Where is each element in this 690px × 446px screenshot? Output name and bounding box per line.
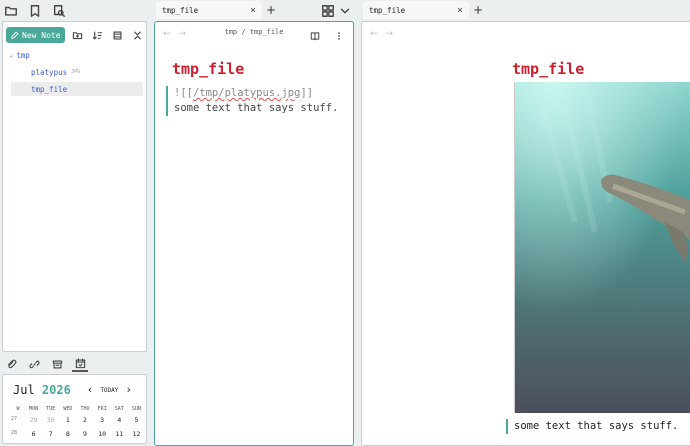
editor-text: some text that says stuff.: [174, 102, 339, 114]
week-number: 28: [11, 430, 18, 436]
link-icon[interactable]: [26, 356, 42, 372]
calendar-day[interactable]: 8: [59, 430, 76, 444]
bookmark-icon[interactable]: [27, 3, 43, 19]
embed-link-open: ![[: [174, 87, 193, 99]
file-tree: ⌄ tmp platypus JPG tmp_file: [9, 48, 143, 96]
attachment-icon[interactable]: [3, 356, 19, 372]
tab-left[interactable]: tmp_file ×: [156, 1, 262, 19]
reading-mode-icon[interactable]: [307, 28, 323, 44]
editor-pane: ← → tmp / tmp_file tmp_file ![[/tmp/plat…: [154, 21, 354, 446]
forward-arrow-icon[interactable]: →: [386, 29, 394, 39]
sidebar-bottom-toolbar: [0, 356, 150, 372]
calendar-grid: W MON TUE WED THU FRI SAT SUN 27 29 30 1…: [11, 406, 145, 444]
calendar-day[interactable]: 2: [76, 416, 93, 430]
tree-file-label: tmp_file: [31, 84, 68, 94]
calendar-day[interactable]: 1: [59, 416, 76, 430]
new-note-label: New Note: [22, 30, 61, 40]
markdown-editor[interactable]: ![[/tmp/platypus.jpg]] some text that sa…: [166, 86, 346, 116]
day-of-week: SUN: [131, 406, 141, 412]
tree-file-label: platypus: [31, 67, 68, 77]
sort-icon[interactable]: [91, 28, 105, 42]
new-tab-right-button[interactable]: +: [473, 3, 483, 17]
new-tab-left-button[interactable]: +: [266, 3, 276, 17]
calendar-day[interactable]: 12: [128, 430, 145, 444]
calendar-day[interactable]: 10: [94, 430, 111, 444]
calendar-title: Jul 2026: [13, 383, 71, 397]
tab-left-close-icon[interactable]: ×: [250, 5, 256, 16]
new-folder-icon[interactable]: [71, 28, 85, 42]
week-number: 27: [11, 416, 18, 422]
preview-text: some text that says stuff.: [506, 419, 678, 434]
calendar-year: 2026: [41, 383, 71, 397]
edit-icon: [9, 30, 19, 40]
calendar-day[interactable]: 3: [94, 416, 111, 430]
note-title[interactable]: tmp_file: [172, 60, 244, 78]
calendar-icon[interactable]: [72, 356, 88, 372]
tree-file-platypus[interactable]: platypus JPG: [9, 65, 143, 79]
new-note-button[interactable]: New Note: [6, 27, 65, 43]
close-all-icon[interactable]: [131, 28, 145, 42]
back-arrow-icon[interactable]: ←: [370, 29, 378, 39]
day-of-week: WED: [63, 406, 73, 412]
collapse-icon[interactable]: [111, 28, 125, 42]
day-of-week: TUE: [46, 406, 56, 412]
calendar-day[interactable]: 7: [42, 430, 59, 444]
file-type-badge: JPG: [71, 69, 81, 75]
embed-link-path[interactable]: /tmp/platypus.jpg: [193, 87, 300, 99]
tab-right-close-icon[interactable]: ×: [457, 5, 463, 16]
prev-month-button[interactable]: ‹: [87, 384, 94, 395]
calendar-nav: ‹ TODAY ›: [87, 384, 132, 395]
preview-pane: ← → tmp_file some text that says stuff.: [361, 21, 690, 446]
day-of-week: MON: [29, 406, 39, 412]
week-column-header: W: [16, 406, 20, 412]
search-files-icon[interactable]: [51, 3, 67, 19]
folder-icon[interactable]: [3, 3, 19, 19]
day-of-week: SAT: [114, 406, 124, 412]
chevron-down-icon[interactable]: [337, 3, 353, 19]
calendar-month: Jul: [13, 383, 35, 397]
embed-link-close: ]]: [300, 87, 314, 99]
calendar-widget: Jul 2026 ‹ TODAY › W MON TUE WED THU FRI…: [2, 374, 147, 444]
tree-file-tmp-file[interactable]: tmp_file: [11, 82, 143, 96]
next-month-button[interactable]: ›: [125, 384, 132, 395]
more-options-icon[interactable]: [331, 28, 347, 44]
pane-actions: [307, 28, 347, 44]
top-left-toolbar: [0, 0, 150, 22]
day-of-week: THU: [80, 406, 90, 412]
calendar-day[interactable]: 29: [25, 416, 42, 430]
calendar-day[interactable]: 30: [42, 416, 59, 430]
calendar-day[interactable]: 9: [76, 430, 93, 444]
preview-title: tmp_file: [512, 60, 585, 78]
grid-layout-icon[interactable]: [320, 3, 336, 19]
tab-right[interactable]: tmp_file ×: [363, 1, 469, 19]
tab-right-label: tmp_file: [369, 5, 406, 15]
calendar-day[interactable]: 6: [25, 430, 42, 444]
calendar-day[interactable]: 5: [128, 416, 145, 430]
platypus-photo-icon: [515, 82, 690, 413]
archive-icon[interactable]: [49, 356, 65, 372]
day-of-week: FRI: [97, 406, 107, 412]
platypus-image[interactable]: [514, 82, 690, 413]
file-explorer: New Note ⌄ tmp platypus JPG tmp_file: [2, 21, 147, 352]
explorer-toolbar: New Note: [6, 26, 145, 44]
tree-folder-label: tmp: [16, 50, 30, 60]
today-button[interactable]: TODAY: [100, 387, 118, 394]
tree-folder-tmp[interactable]: ⌄ tmp: [9, 48, 143, 62]
tab-left-label: tmp_file: [162, 5, 199, 15]
chevron-down-icon: ⌄: [9, 51, 14, 59]
calendar-day[interactable]: 11: [111, 430, 128, 444]
calendar-day[interactable]: 4: [111, 416, 128, 430]
history-nav: ← →: [370, 29, 393, 39]
